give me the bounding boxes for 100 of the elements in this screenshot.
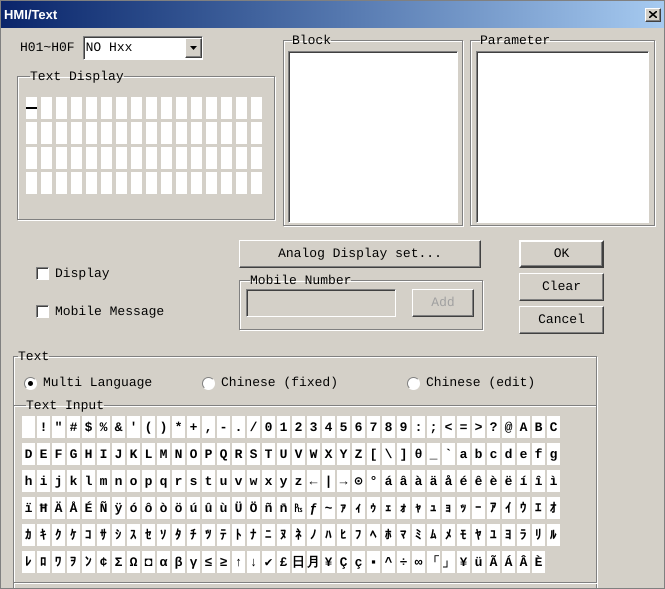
character-key[interactable]: ﾐ [412,524,425,546]
character-key[interactable]: ) [157,416,170,438]
character-key[interactable]: ÷ [397,551,410,573]
character-key[interactable]: Y [337,443,350,465]
character-key[interactable]: ò [157,497,170,519]
character-key[interactable]: @ [502,416,515,438]
character-key[interactable]: ﾋ [337,524,350,546]
character-key[interactable]: ｮ [442,497,455,519]
character-key[interactable]: ç [352,551,365,573]
character-key[interactable]: 3 [307,416,320,438]
character-key[interactable]: ← [307,470,320,492]
character-key[interactable]: 月 [307,551,320,573]
character-key[interactable]: x [262,470,275,492]
character-key[interactable]: U [277,443,290,465]
character-key[interactable]: ô [142,497,155,519]
character-key[interactable]: å [442,470,455,492]
character-key[interactable]: ﾕ [487,524,500,546]
character-key[interactable]: m [97,470,110,492]
character-key[interactable]: ﾖ [502,524,515,546]
character-key[interactable]: ｿ [157,524,170,546]
character-key[interactable]: β [172,551,185,573]
character-key[interactable]: ﾗ [517,524,530,546]
character-key[interactable]: R [232,443,245,465]
character-key[interactable]: / [247,416,260,438]
character-key[interactable]: d [502,443,515,465]
character-key[interactable]: ö [172,497,185,519]
character-key[interactable]: ' [127,416,140,438]
character-key[interactable]: I [97,443,110,465]
character-key[interactable]: g [547,443,560,465]
character-key[interactable]: ﾍ [367,524,380,546]
character-key[interactable]: C [547,416,560,438]
character-key[interactable]: ﾓ [457,524,470,546]
character-key[interactable]: ▪ [367,551,380,573]
character-key[interactable]: 6 [352,416,365,438]
character-key[interactable]: Ä [52,497,65,519]
character-key[interactable]: \ [382,443,395,465]
character-key[interactable]: n̄ [277,497,290,519]
character-key[interactable]: ｲ [502,497,515,519]
character-key[interactable]: 8 [382,416,395,438]
radio-button[interactable] [202,376,215,390]
character-key[interactable]: 7 [367,416,380,438]
character-key[interactable]: ü [472,551,485,573]
character-key[interactable]: ◘ [142,551,155,573]
character-key[interactable]: . [232,416,245,438]
character-key[interactable]: f [532,443,545,465]
character-key[interactable]: £ [277,551,290,573]
parameter-list[interactable] [476,51,649,223]
character-key[interactable]: ↑ [232,551,245,573]
character-key[interactable]: j [52,470,65,492]
character-key[interactable]: ! [37,416,50,438]
close-button[interactable] [645,8,661,22]
character-key[interactable]: ｹ [67,524,80,546]
character-key[interactable]: Ö [247,497,260,519]
block-list[interactable] [288,51,458,223]
character-key[interactable]: ¥ [457,551,470,573]
character-key[interactable]: ｱ [487,497,500,519]
character-key[interactable]: s [187,470,200,492]
character-key[interactable]: ｵ [547,497,560,519]
checkbox[interactable] [36,267,49,280]
character-key[interactable]: 0 [262,416,275,438]
analog-display-button[interactable]: Analog Display set... [239,240,481,268]
character-key[interactable]: í [517,470,530,492]
character-key[interactable]: u [217,470,230,492]
character-key[interactable]: Ü [232,497,245,519]
character-key[interactable]: t [202,470,215,492]
character-key[interactable]: Z [352,443,365,465]
character-key[interactable]: ﾎ [382,524,395,546]
character-key[interactable]: î [532,470,545,492]
character-key[interactable]: H [82,443,95,465]
character-key[interactable]: L [142,443,155,465]
character-key[interactable]: ｺ [82,524,95,546]
character-key[interactable]: â [397,470,410,492]
character-key[interactable]: ↓ [247,551,260,573]
character-key[interactable]: → [337,470,350,492]
character-key[interactable]: v [232,470,245,492]
character-key[interactable]: 1 [277,416,290,438]
character-key[interactable]: 日 [292,551,305,573]
character-key[interactable]: 9 [397,416,410,438]
character-key[interactable]: ﾈ [292,524,305,546]
character-key[interactable]: ₧ [292,497,305,519]
character-key[interactable]: ¥ [322,551,335,573]
character-key[interactable]: ｭ [427,497,440,519]
character-key[interactable]: * [172,416,185,438]
character-key[interactable]: D [22,443,35,465]
character-key[interactable]: l [82,470,95,492]
character-key[interactable]: û [202,497,215,519]
character-key[interactable]: Å [67,497,80,519]
character-key[interactable]: n [112,470,125,492]
character-key[interactable]: < [442,416,455,438]
character-key[interactable]: 4 [322,416,335,438]
character-key[interactable]: ｶ [22,524,35,546]
character-key[interactable]: : [412,416,425,438]
character-key[interactable]: X [322,443,335,465]
character-key[interactable]: p [142,470,155,492]
character-key[interactable]: E [37,443,50,465]
character-key[interactable]: ｯ [457,497,470,519]
character-key[interactable]: Â [517,551,530,573]
character-key[interactable]: Á [502,551,515,573]
character-key[interactable]: = [457,416,470,438]
character-key[interactable]: q [157,470,170,492]
